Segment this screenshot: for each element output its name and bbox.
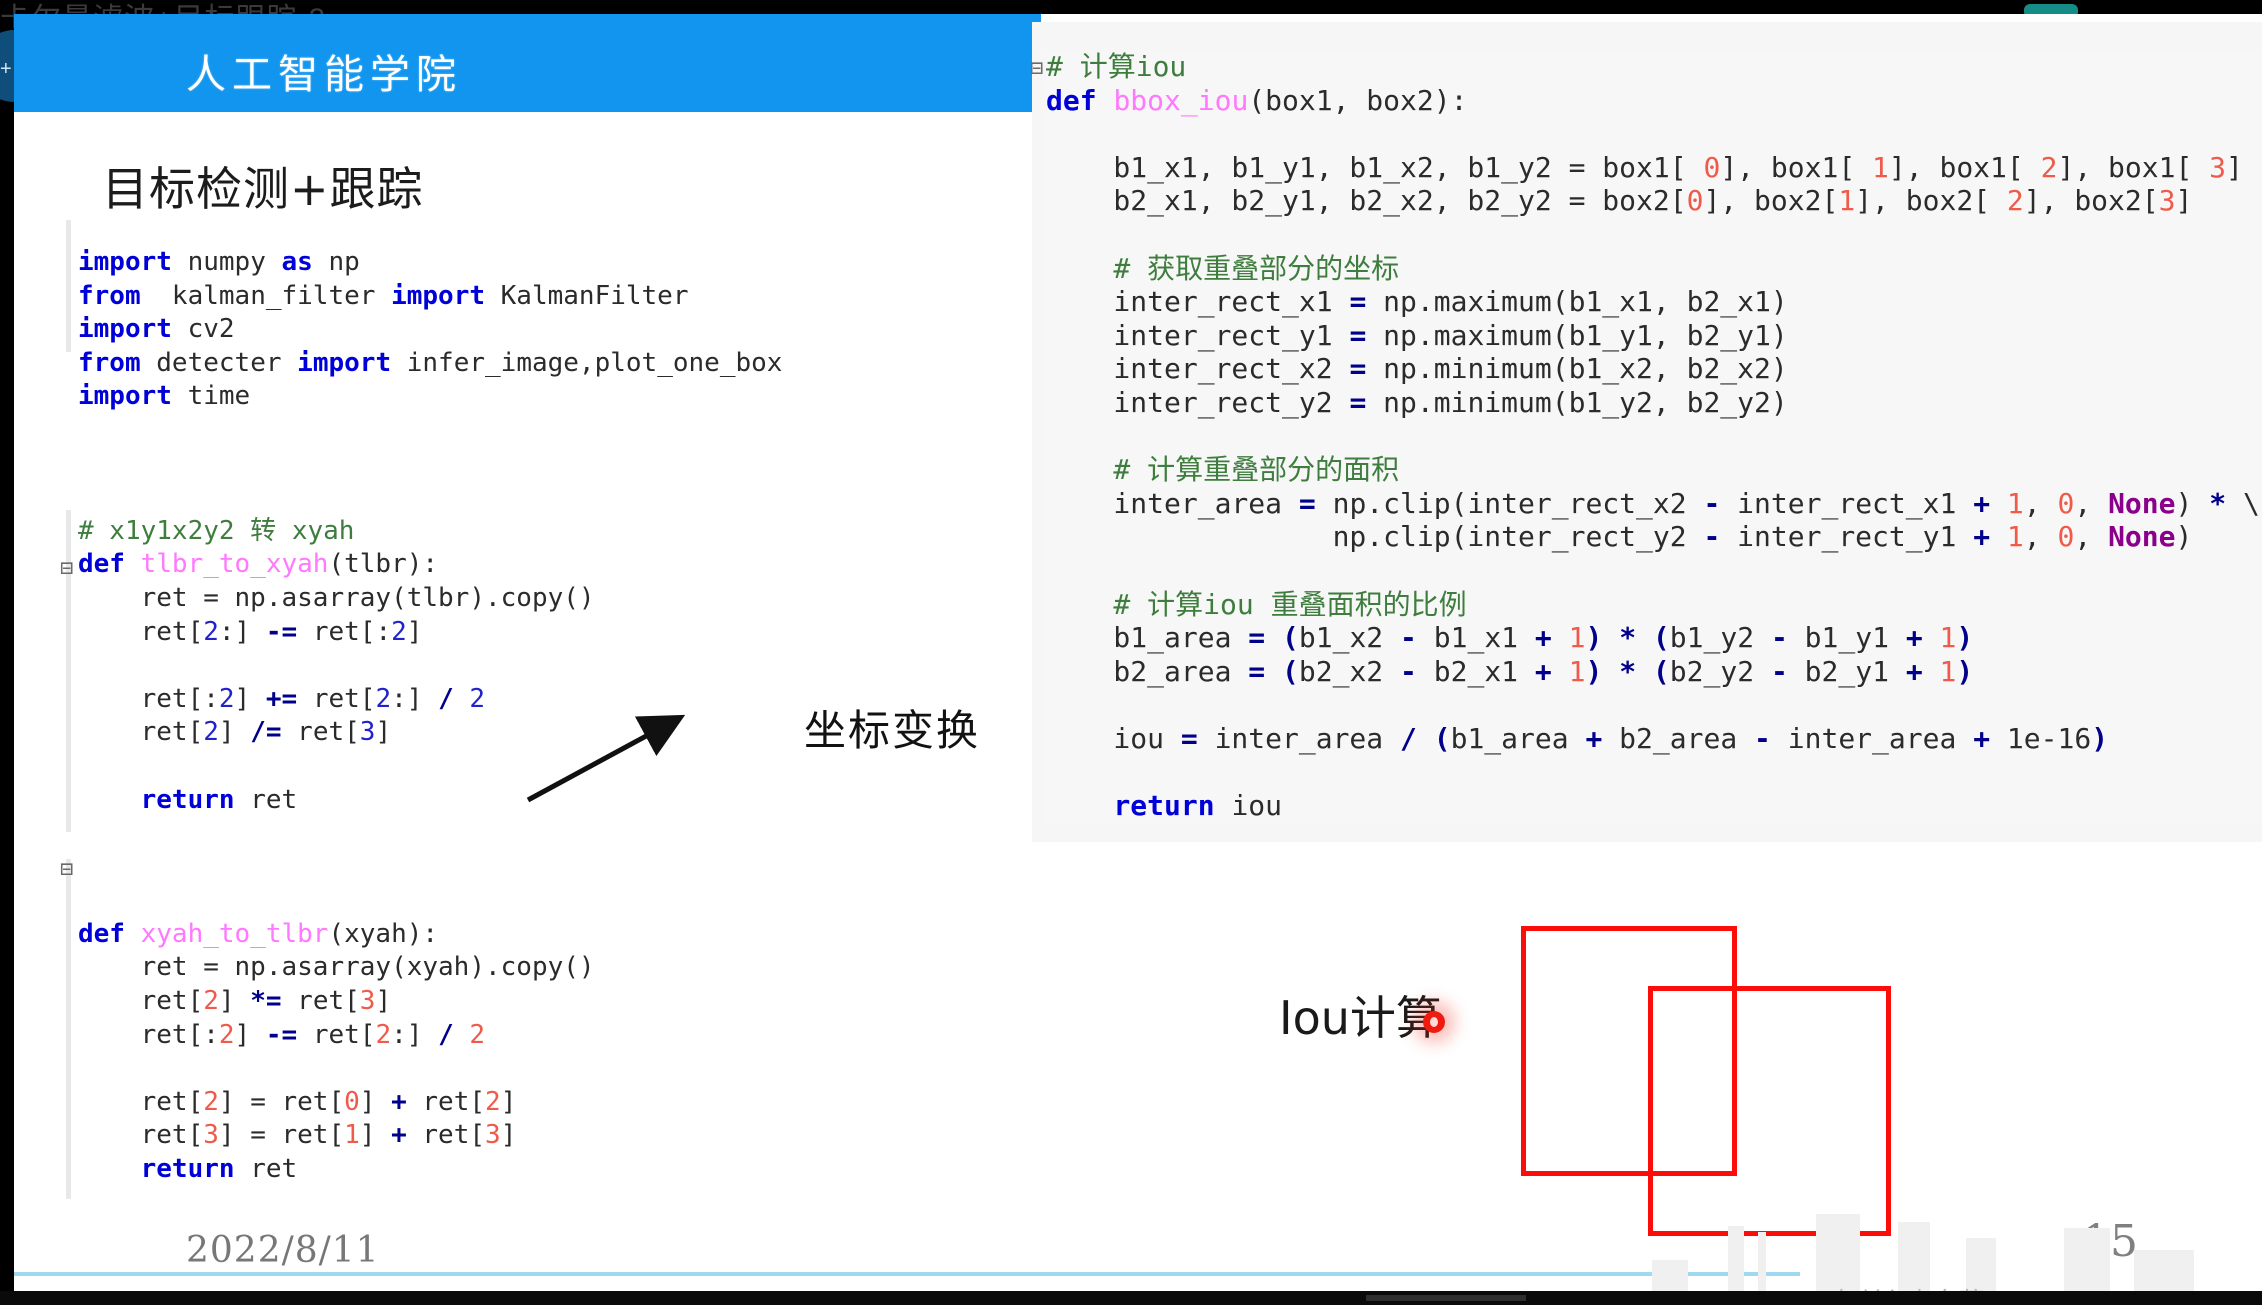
screen-root: 卡尔曼滤波+目标跟踪-2 + 关注 人工智能学院 目标检测+跟踪 ⊟ ⊟ imp…: [0, 0, 2262, 1305]
slide-banner: [14, 14, 1041, 112]
code-line: return ret: [140, 784, 298, 815]
code-line: b2_area = (b2_x2 - b2_x1 + 1) * (b2_y2 -…: [1046, 654, 1974, 688]
slide-canvas: 人工智能学院 目标检测+跟踪 ⊟ ⊟ import numpy as np fro…: [14, 14, 2262, 1291]
watermark-shape: [2134, 1250, 2194, 1291]
laser-pointer-cursor-icon: [1423, 1011, 1445, 1033]
iou-box-two: [1648, 986, 1891, 1236]
code-line: # x1y1x2y2 转 xyah: [78, 515, 355, 546]
code-line: b1_x1, b1_y1, b1_x2, b1_y2 = box1[ 0], b…: [1046, 150, 2243, 184]
code-line: ret[2] = ret[0] + ret[2]: [78, 1086, 517, 1117]
code-line: # 计算iou: [1046, 50, 1187, 83]
code-line: iou = inter_area / (b1_area + b2_area - …: [1046, 721, 2109, 755]
code-fold-marker-xyah[interactable]: ⊟: [60, 857, 73, 882]
watermark-shape: [1898, 1222, 1930, 1291]
player-control-bar[interactable]: [0, 1291, 2262, 1305]
code-line: inter_rect_y2 = np.minimum(b1_y2, b2_y2): [1046, 385, 1788, 419]
code-line: b2_x1, b2_y1, b2_x2, b2_y2 = box2[0], bo…: [1046, 184, 2193, 218]
watermark-shape: [1816, 1214, 1860, 1291]
code-line: ret[3] = ret[1] + ret[3]: [78, 1120, 517, 1151]
code-line: inter_rect_x1 = np.maximum(b1_x1, b2_x1): [1046, 285, 1788, 319]
code-line: from kalman_filter import KalmanFilter: [78, 280, 689, 311]
watermark-shape: [2064, 1228, 2110, 1291]
code-line: b1_area = (b1_x2 - b1_x1 + 1) * (b1_y2 -…: [1046, 621, 1974, 655]
annotation-coord-transform-label: 坐标变换: [804, 706, 981, 755]
code-line: inter_area = np.clip(inter_rect_x2 - int…: [1046, 486, 2260, 520]
code-line: from detecter import infer_image,plot_on…: [78, 347, 783, 378]
code-fold-marker-tlbr[interactable]: ⊟: [60, 556, 73, 581]
code-fold-gutter-left-fn2: [66, 859, 71, 1199]
code-line: # 获取重叠部分的坐标: [1046, 251, 1400, 285]
code-line: ret = np.asarray(xyah).copy(): [78, 952, 595, 983]
code-line: ret[:2] -= ret[2:] / 2: [78, 1019, 486, 1050]
code-fold-gutter-left-imports: [66, 220, 71, 352]
code-line: return iou: [1113, 789, 1283, 823]
code-line: return ret: [140, 1154, 298, 1185]
code-line: ret[2:] -= ret[:2]: [78, 616, 423, 647]
footer-divider: [14, 1272, 1800, 1276]
code-line: import numpy as np: [78, 247, 360, 277]
code-line: def bbox_iou(box1, box2):: [1046, 83, 1468, 117]
code-line: import time: [78, 381, 251, 412]
watermark-shape: [1652, 1260, 1688, 1291]
code-line: ret[2] *= ret[3]: [78, 986, 392, 1017]
code-line: ret = np.asarray(tlbr).copy(): [78, 582, 595, 613]
code-line: import cv2: [78, 314, 235, 345]
csdn-watermark: CSDN @大吖么大白菜: [1720, 1282, 1984, 1291]
player-progress-bar[interactable]: [1366, 1295, 1526, 1301]
code-line: inter_rect_y1 = np.maximum(b1_y1, b2_y1): [1046, 318, 1788, 352]
code-line: # 计算重叠部分的面积: [1046, 453, 1400, 487]
code-line: # 计算iou 重叠面积的比例: [1046, 587, 1467, 621]
code-line: inter_rect_x2 = np.minimum(b1_x2, b2_x2): [1046, 352, 1788, 386]
code-line: def tlbr_to_xyah(tlbr):: [78, 549, 439, 580]
code-fold-marker-bbox-iou[interactable]: ⊟: [1030, 56, 1043, 81]
code-block-right[interactable]: # 计算iou def bbox_iou(box1, box2): b1_x1, …: [1046, 50, 2262, 823]
code-line: def xyah_to_tlbr(xyah):: [78, 918, 439, 949]
page-title: 目标检测+跟踪: [102, 162, 424, 216]
footer-date: 2022/8/11: [186, 1230, 380, 1271]
iou-diagram-label: Iou计算: [1279, 991, 1442, 1045]
banner-title: 人工智能学院: [186, 52, 462, 98]
code-line: np.clip(inter_rect_y2 - inter_rect_y1 + …: [1046, 520, 2193, 554]
